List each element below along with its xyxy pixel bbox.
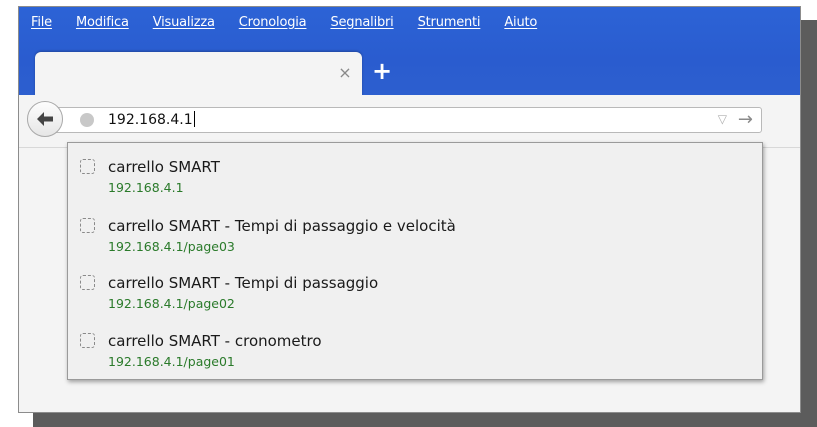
menu-strumenti[interactable]: Strumenti <box>418 15 481 30</box>
close-icon[interactable]: × <box>336 64 354 82</box>
menu-visualizza[interactable]: Visualizza <box>153 15 215 30</box>
menu-aiuto[interactable]: Aiuto <box>504 15 537 30</box>
suggestion-url: 192.168.4.1 <box>108 180 184 195</box>
history-dropdown-icon[interactable]: ▽ <box>718 112 727 126</box>
back-arrow-icon <box>37 112 53 126</box>
menu-segnalibri[interactable]: Segnalibri <box>330 15 393 30</box>
navigation-toolbar: 192.168.4.1 ▽ → <box>19 95 800 148</box>
globe-icon <box>80 113 94 127</box>
url-input[interactable]: 192.168.4.1 <box>108 111 195 129</box>
title-bar: File Modifica Visualizza Cronologia Segn… <box>19 7 800 96</box>
text-caret <box>193 111 195 127</box>
browser-tab[interactable]: × <box>35 52 362 96</box>
page-placeholder-icon <box>80 218 95 233</box>
suggestion-item[interactable]: carrello SMART - cronometro 192.168.4.1/… <box>68 319 762 377</box>
suggestion-url: 192.168.4.1/page01 <box>108 354 235 369</box>
suggestion-url: 192.168.4.1/page03 <box>108 239 235 254</box>
suggestion-title: carrello SMART - Tempi di passaggio e ve… <box>108 217 456 235</box>
suggestion-item[interactable]: carrello SMART - Tempi di passaggio e ve… <box>68 204 762 262</box>
suggestion-item[interactable]: carrello SMART - Tempi di passaggio 192.… <box>68 261 762 319</box>
suggestion-title: carrello SMART <box>108 158 220 176</box>
new-tab-button[interactable]: + <box>370 59 394 84</box>
page-placeholder-icon <box>80 333 95 348</box>
url-suggestions-popup: carrello SMART 192.168.4.1 carrello SMAR… <box>67 142 763 380</box>
back-button[interactable] <box>27 101 63 137</box>
suggestion-title: carrello SMART - cronometro <box>108 332 322 350</box>
menu-bar: File Modifica Visualizza Cronologia Segn… <box>19 7 800 37</box>
go-arrow-icon[interactable]: → <box>738 109 753 130</box>
url-value: 192.168.4.1 <box>108 112 193 128</box>
suggestion-title: carrello SMART - Tempi di passaggio <box>108 274 379 292</box>
url-bar[interactable]: 192.168.4.1 ▽ → <box>49 107 762 133</box>
page-placeholder-icon <box>80 159 95 174</box>
menu-file[interactable]: File <box>31 15 52 30</box>
browser-window: File Modifica Visualizza Cronologia Segn… <box>18 6 801 413</box>
menu-cronologia[interactable]: Cronologia <box>239 15 307 30</box>
menu-modifica[interactable]: Modifica <box>76 15 129 30</box>
suggestion-item[interactable]: carrello SMART 192.168.4.1 <box>68 145 762 203</box>
page-placeholder-icon <box>80 275 95 290</box>
suggestion-url: 192.168.4.1/page02 <box>108 296 235 311</box>
